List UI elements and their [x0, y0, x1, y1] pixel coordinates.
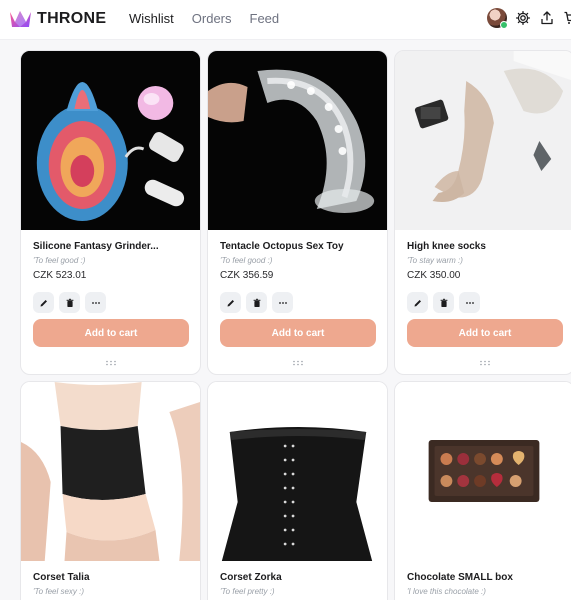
- add-to-cart-button[interactable]: Add to cart: [33, 319, 189, 347]
- item-note: 'To feel pretty :): [220, 587, 275, 596]
- item-title[interactable]: Corset Talia: [33, 571, 188, 584]
- edit-icon[interactable]: [33, 292, 54, 313]
- item-tools: [33, 292, 188, 313]
- more-icon[interactable]: [272, 292, 293, 313]
- more-icon[interactable]: [85, 292, 106, 313]
- product-image: [208, 382, 387, 561]
- product-image: [21, 51, 200, 230]
- item-price: CZK 356.59: [220, 270, 274, 281]
- share-icon[interactable]: [539, 10, 555, 26]
- avatar[interactable]: [487, 8, 508, 29]
- item-note: 'To feel good :): [33, 256, 86, 265]
- drag-handle-icon[interactable]: [292, 360, 304, 366]
- drag-handle-icon[interactable]: [479, 360, 491, 366]
- wishlist-item[interactable]: Corset Zorka 'To feel pretty :): [207, 381, 388, 600]
- edit-icon[interactable]: [407, 292, 428, 313]
- trash-icon[interactable]: [433, 292, 454, 313]
- item-tools: [220, 292, 375, 313]
- item-title[interactable]: High knee socks: [407, 240, 562, 253]
- cart-icon[interactable]: [563, 10, 571, 26]
- item-note: 'To feel good :): [220, 256, 273, 265]
- brand-name: THRONE: [37, 10, 107, 27]
- drag-handle-icon[interactable]: [105, 360, 117, 366]
- logo[interactable]: THRONE: [8, 8, 106, 30]
- wishlist-item[interactable]: High knee socks 'To stay warm :) CZK 350…: [394, 50, 571, 375]
- item-price: CZK 523.01: [33, 270, 87, 281]
- edit-icon[interactable]: [220, 292, 241, 313]
- crown-logo-icon: [10, 11, 31, 27]
- wishlist-item[interactable]: Corset Talia 'To feel sexy :): [20, 381, 201, 600]
- product-image: [395, 382, 571, 561]
- nav-wishlist[interactable]: Wishlist: [129, 11, 174, 27]
- wishlist-item[interactable]: Silicone Fantasy Grinder... 'To feel goo…: [20, 50, 201, 375]
- item-title[interactable]: Corset Zorka: [220, 571, 375, 584]
- item-note: 'To feel sexy :): [33, 587, 85, 596]
- header-actions: [487, 8, 571, 29]
- item-price: CZK 350.00: [407, 270, 461, 281]
- product-image: [21, 382, 200, 561]
- product-image: [395, 51, 571, 230]
- item-note: 'I love this chocolate :): [407, 587, 486, 596]
- gear-icon[interactable]: [515, 10, 531, 26]
- item-title[interactable]: Tentacle Octopus Sex Toy: [220, 240, 375, 253]
- main-nav: Wishlist Orders Feed: [129, 11, 279, 27]
- wishlist-grid: Silicone Fantasy Grinder... 'To feel goo…: [20, 50, 571, 600]
- add-to-cart-button[interactable]: Add to cart: [407, 319, 563, 347]
- trash-icon[interactable]: [246, 292, 267, 313]
- trash-icon[interactable]: [59, 292, 80, 313]
- more-icon[interactable]: [459, 292, 480, 313]
- item-title[interactable]: Silicone Fantasy Grinder...: [33, 240, 188, 253]
- wishlist-item[interactable]: Tentacle Octopus Sex Toy 'To feel good :…: [207, 50, 388, 375]
- nav-feed[interactable]: Feed: [250, 11, 280, 27]
- product-image: [208, 51, 387, 230]
- wishlist-item[interactable]: Chocolate SMALL box 'I love this chocola…: [394, 381, 571, 600]
- item-tools: [407, 292, 562, 313]
- nav-orders[interactable]: Orders: [192, 11, 232, 27]
- top-bar: THRONE Wishlist Orders Feed: [0, 0, 571, 40]
- item-note: 'To stay warm :): [407, 256, 463, 265]
- add-to-cart-button[interactable]: Add to cart: [220, 319, 376, 347]
- item-title[interactable]: Chocolate SMALL box: [407, 571, 562, 584]
